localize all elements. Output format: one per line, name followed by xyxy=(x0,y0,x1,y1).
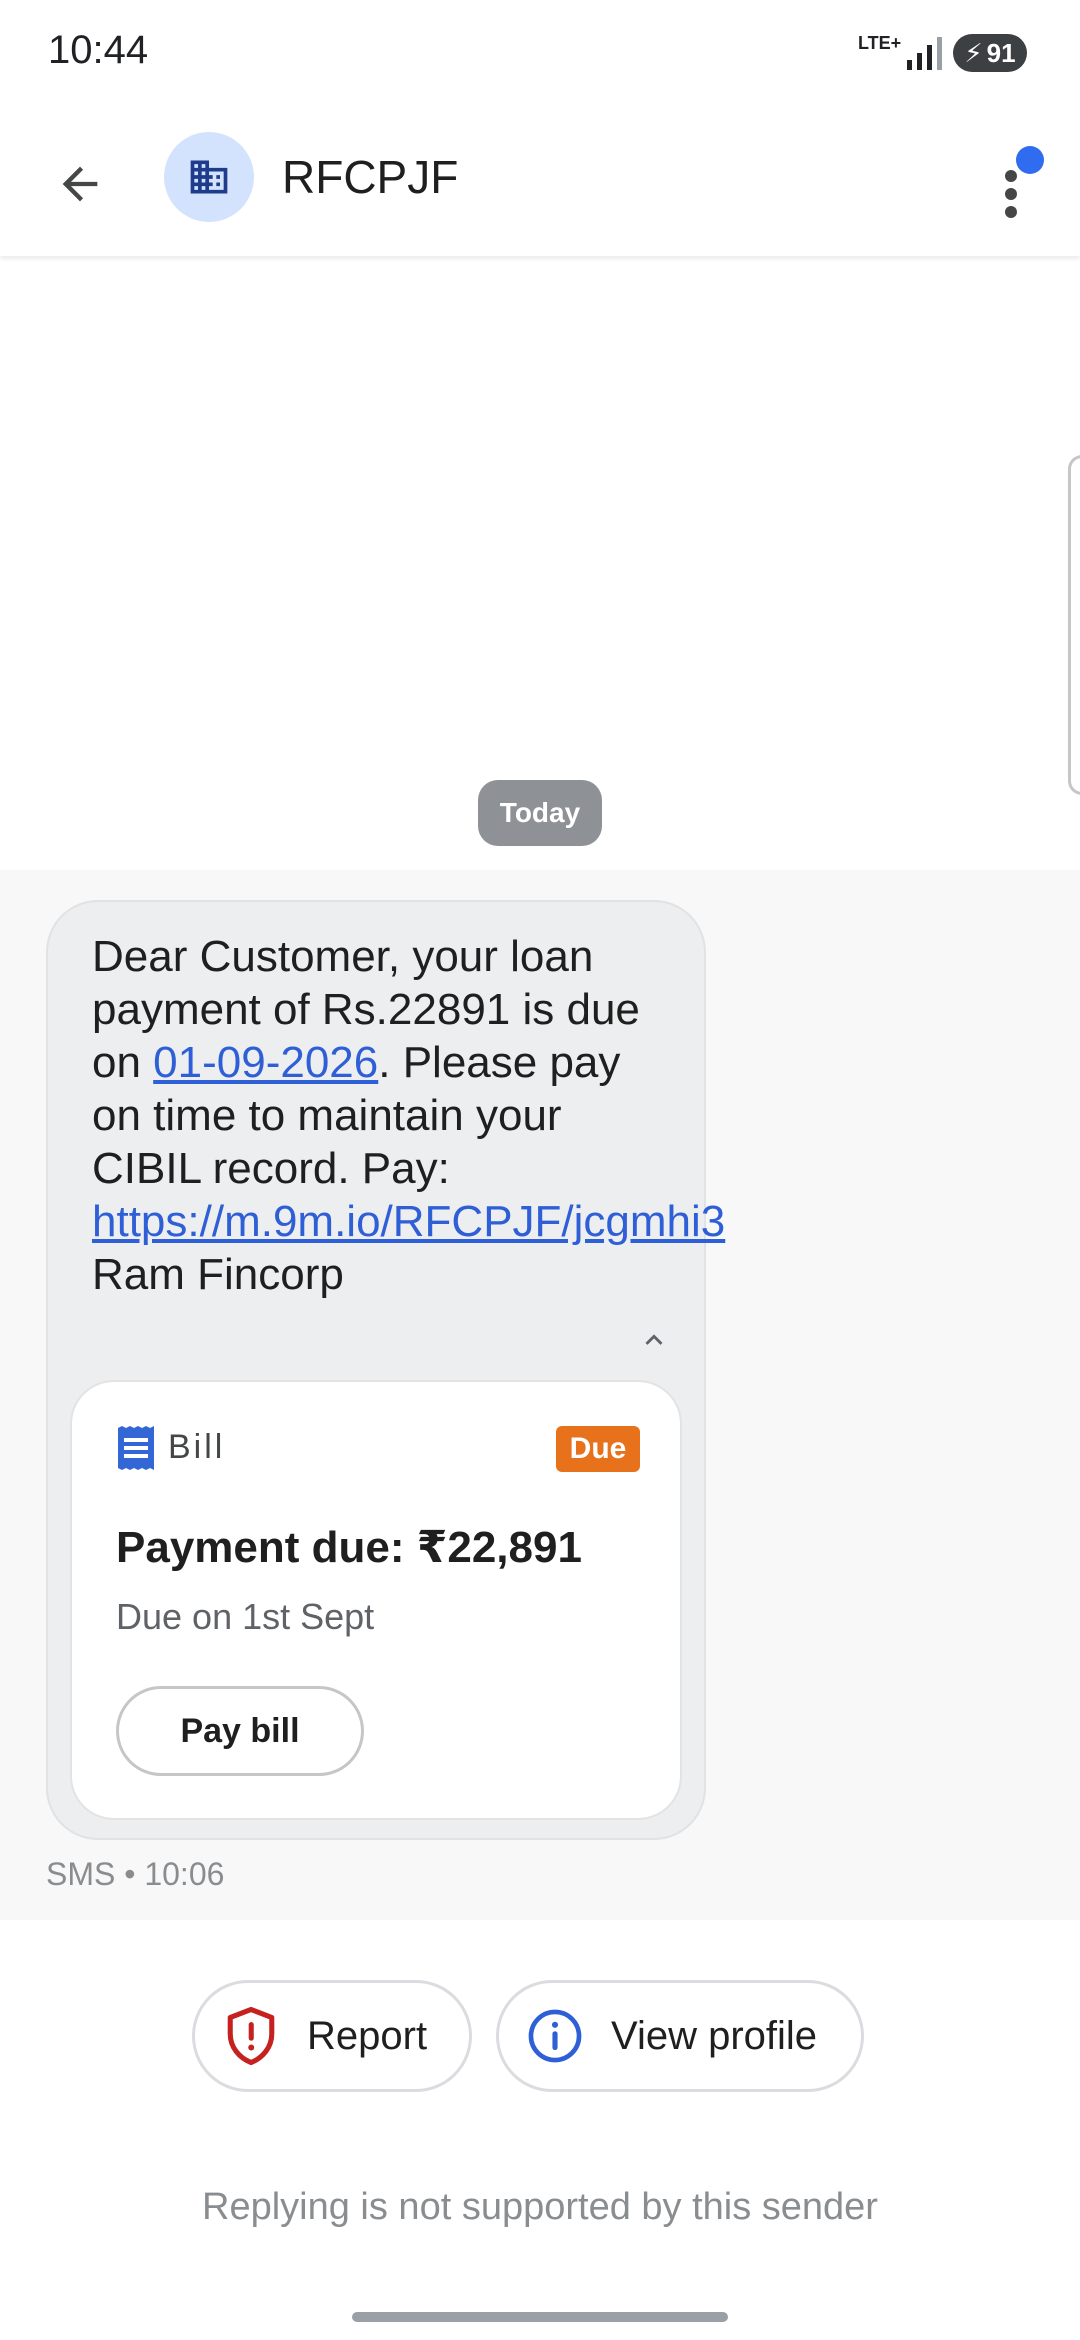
more-vert-icon-dot xyxy=(1005,188,1017,200)
app-bar: RFCPJF xyxy=(0,100,1080,256)
due-date-text: Due on 1st Sept xyxy=(116,1596,375,1637)
report-label: Report xyxy=(307,2013,428,2058)
charging-icon: ⚡ xyxy=(964,37,983,68)
date-link[interactable]: 01-09-2026 xyxy=(153,1038,378,1087)
collapse-button[interactable] xyxy=(626,1312,682,1368)
message-text: Dear Customer, your loan payment of Rs.2… xyxy=(92,930,725,1301)
message-bubble[interactable]: Dear Customer, your loan payment of Rs.2… xyxy=(46,900,725,1840)
battery-indicator: ⚡ 91 xyxy=(953,34,1027,72)
network-type-label: LTE+ xyxy=(858,33,902,53)
arrow-back-icon xyxy=(62,166,98,202)
scrollbar-handle[interactable] xyxy=(1068,455,1080,795)
sender-name[interactable]: RFCPJF xyxy=(282,150,458,204)
status-bar: 10:44 LTE+ ⚡ 91 xyxy=(0,0,1080,100)
gesture-navigation-bar[interactable] xyxy=(352,2312,728,2322)
bill-label: Bill xyxy=(168,1428,226,1466)
payment-amount: Payment due: ₹22,891 xyxy=(116,1523,582,1572)
signal-icon xyxy=(907,37,942,70)
battery-level: 91 xyxy=(986,37,1016,68)
payment-url-link[interactable]: https://m.9m.io/RFCPJF/jcgmhi3 xyxy=(92,1197,725,1246)
info-icon xyxy=(527,2008,583,2064)
reply-not-supported-note: Replying is not supported by this sender xyxy=(202,2186,878,2228)
message-meta: SMS • 10:06 xyxy=(46,1856,225,1892)
message-text-part: Ram Fincorp xyxy=(92,1250,344,1299)
bill-card: Bill Due Payment due: ₹22,891 Due on 1st… xyxy=(70,1380,682,1820)
date-chip: Today xyxy=(478,780,602,846)
status-badge: Due xyxy=(556,1426,640,1472)
receipt-icon xyxy=(118,1426,154,1470)
view-profile-button[interactable]: View profile xyxy=(496,1980,864,2092)
more-vert-icon-dot xyxy=(1005,206,1017,218)
view-profile-label: View profile xyxy=(611,2013,818,2058)
chevron-up-icon xyxy=(645,1334,663,1345)
more-options-button[interactable] xyxy=(990,140,1060,230)
avatar[interactable] xyxy=(164,132,254,222)
messages-screen: 10:44 LTE+ ⚡ 91 RFCPJF Today Dear Custom… xyxy=(0,0,1080,2340)
report-button[interactable]: Report xyxy=(192,1980,472,2092)
pay-bill-button[interactable]: Pay bill xyxy=(116,1686,364,1776)
shield-alert-icon xyxy=(223,2006,279,2066)
business-icon xyxy=(190,160,228,194)
notification-dot xyxy=(1016,146,1044,174)
back-button[interactable] xyxy=(40,144,120,224)
more-vert-icon xyxy=(1005,170,1017,182)
status-time: 10:44 xyxy=(48,28,149,72)
